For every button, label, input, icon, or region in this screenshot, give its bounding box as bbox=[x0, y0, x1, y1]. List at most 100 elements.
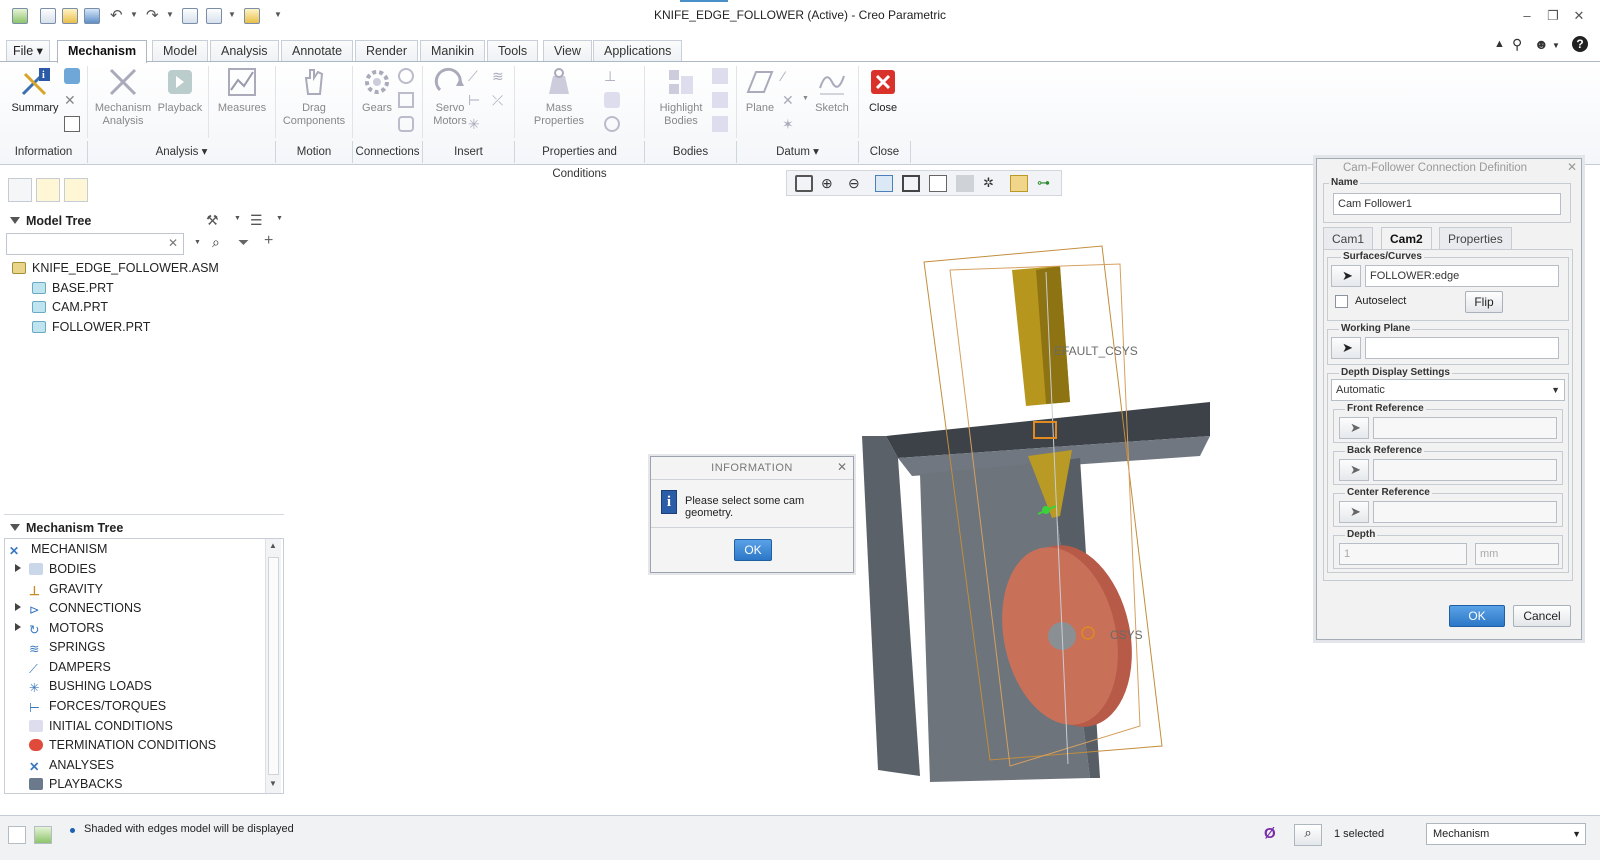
spin-center-icon[interactable] bbox=[1010, 175, 1028, 192]
sketch-button[interactable]: Sketch bbox=[812, 66, 852, 115]
termination-icon[interactable] bbox=[604, 116, 620, 132]
show-icon[interactable]: ☰ bbox=[250, 212, 263, 229]
navigator-toggle-icon[interactable] bbox=[8, 826, 26, 844]
mech-item-analyses[interactable]: ✕ ANALYSES bbox=[29, 756, 114, 775]
info-ok-button[interactable]: OK bbox=[734, 539, 772, 561]
group-datum[interactable]: Datum ▾ bbox=[737, 141, 859, 163]
scroll-down-icon[interactable]: ▼ bbox=[269, 779, 277, 788]
search-icon[interactable]: ⚲ bbox=[1512, 36, 1522, 53]
display-style-icon[interactable] bbox=[902, 175, 920, 192]
collapse-icon[interactable] bbox=[10, 217, 20, 224]
mech-item-playbacks[interactable]: PLAYBACKS bbox=[29, 775, 122, 794]
group-connections[interactable]: Connections bbox=[353, 141, 423, 163]
mech-item-forces[interactable]: ⊢ FORCES/TORQUES bbox=[29, 697, 166, 716]
maximize-icon[interactable]: ❐ bbox=[1544, 8, 1562, 24]
tab-cam1[interactable]: Cam1 bbox=[1323, 227, 1374, 249]
initial-conditions-icon[interactable] bbox=[604, 92, 620, 108]
settings-dropdown-icon[interactable]: ▼ bbox=[234, 215, 241, 222]
annotation-display-icon[interactable]: ⊶ bbox=[1037, 175, 1055, 192]
mechanism-tree-header[interactable]: Mechanism Tree bbox=[4, 518, 288, 538]
mechanism-analysis-button[interactable]: Mechanism Analysis bbox=[92, 66, 154, 128]
cross-icon[interactable]: ✕ bbox=[64, 92, 80, 108]
view-manager-icon[interactable] bbox=[956, 175, 974, 192]
tab-mechanism[interactable]: Mechanism bbox=[57, 40, 148, 63]
table-icon[interactable] bbox=[64, 116, 80, 132]
collapse-ribbon-icon[interactable]: ▲ bbox=[1494, 38, 1505, 50]
damper-icon[interactable]: ⊢ bbox=[468, 92, 484, 108]
point-dropdown-icon[interactable]: ▼ bbox=[802, 95, 809, 102]
datum-display-icon[interactable]: ✲ bbox=[983, 175, 1001, 192]
group-properties[interactable]: Properties and Conditions bbox=[515, 141, 645, 180]
selection-filter-select[interactable]: Mechanism ▼ bbox=[1426, 823, 1586, 845]
folder-browser-tab-icon[interactable] bbox=[36, 178, 60, 202]
tab-annotate[interactable]: Annotate bbox=[281, 40, 354, 62]
back-reference-field[interactable] bbox=[1373, 459, 1557, 481]
minimize-icon[interactable]: – bbox=[1518, 8, 1536, 23]
user-icon[interactable]: ☻ bbox=[1534, 36, 1549, 52]
gravity-icon[interactable]: ⊥ bbox=[604, 68, 620, 84]
body-definition-icon[interactable] bbox=[712, 92, 728, 108]
tab-manikin[interactable]: Manikin bbox=[420, 40, 486, 62]
show-dropdown-icon[interactable]: ▼ bbox=[276, 215, 283, 222]
mech-item-termination[interactable]: TERMINATION CONDITIONS bbox=[29, 736, 216, 755]
group-bodies[interactable]: Bodies bbox=[645, 141, 737, 163]
mech-item-bushing-loads[interactable]: ✳ BUSHING LOADS bbox=[29, 677, 152, 696]
browser-toggle-icon[interactable] bbox=[34, 826, 52, 844]
mechanism-root[interactable]: ✕ MECHANISM bbox=[9, 540, 107, 559]
find-icon[interactable]: ⌕ bbox=[1294, 824, 1322, 846]
saved-orientations-icon[interactable] bbox=[929, 175, 947, 192]
force-icon[interactable]: ⟋ bbox=[468, 68, 484, 84]
working-plane-field[interactable] bbox=[1365, 337, 1559, 359]
mech-item-connections[interactable]: ⊳ CONNECTIONS bbox=[29, 599, 141, 618]
group-analysis[interactable]: Analysis ▾ bbox=[88, 141, 276, 163]
mass-properties-button[interactable]: Mass Properties bbox=[530, 66, 588, 128]
group-information[interactable]: Information bbox=[0, 141, 88, 163]
measures-button[interactable]: Measures bbox=[214, 66, 270, 115]
cancel-button[interactable]: Cancel bbox=[1513, 605, 1571, 627]
name-field[interactable]: Cam Follower1 bbox=[1333, 193, 1561, 215]
close-dialog-icon[interactable]: ✕ bbox=[1567, 160, 1577, 174]
cam-icon[interactable] bbox=[398, 68, 414, 84]
expand-icon[interactable] bbox=[15, 564, 21, 572]
tree-search-input[interactable]: ✕ bbox=[6, 233, 184, 255]
model-tree-tab-icon[interactable] bbox=[8, 178, 32, 202]
flip-button[interactable]: Flip bbox=[1465, 291, 1503, 313]
mech-item-springs[interactable]: ≋ SPRINGS bbox=[29, 638, 105, 657]
tab-cam2[interactable]: Cam2 bbox=[1381, 227, 1432, 250]
depth-unit-field[interactable]: mm bbox=[1475, 543, 1559, 565]
find-icon[interactable]: ⌕ bbox=[212, 234, 220, 251]
surfaces-field[interactable]: FOLLOWER:edge bbox=[1365, 265, 1559, 287]
favorites-tab-icon[interactable] bbox=[64, 178, 88, 202]
highlight-bodies-button[interactable]: Highlight Bodies bbox=[652, 66, 710, 128]
mech-item-dampers[interactable]: ⟋ DAMPERS bbox=[29, 658, 111, 677]
expand-icon[interactable] bbox=[15, 623, 21, 631]
tab-view[interactable]: View bbox=[543, 40, 592, 62]
repaint-icon[interactable] bbox=[875, 175, 893, 192]
tree-item-cam[interactable]: CAM.PRT bbox=[32, 298, 108, 317]
tab-model[interactable]: Model bbox=[152, 40, 209, 62]
torque-icon[interactable]: ⤫ bbox=[492, 92, 508, 108]
autoselect-checkbox[interactable] bbox=[1335, 295, 1348, 308]
axis-icon[interactable]: ⁄ bbox=[782, 68, 798, 84]
zoom-in-icon[interactable]: ⊕ bbox=[821, 175, 839, 192]
add-icon[interactable]: + bbox=[264, 232, 273, 250]
mech-item-initial-conditions[interactable]: INITIAL CONDITIONS bbox=[29, 717, 173, 736]
surfaces-select-button[interactable]: ➤ bbox=[1331, 265, 1361, 287]
expand-icon[interactable] bbox=[15, 603, 21, 611]
body-icon[interactable] bbox=[712, 68, 728, 84]
mech-item-motors[interactable]: ↻ MOTORS bbox=[29, 619, 104, 638]
reassign-body-icon[interactable] bbox=[712, 116, 728, 132]
collapse-icon[interactable] bbox=[10, 524, 20, 531]
group-close[interactable]: Close bbox=[859, 141, 911, 163]
tree-scrollbar[interactable]: ▲ ▼ bbox=[265, 539, 281, 793]
clear-search-icon[interactable]: ✕ bbox=[168, 236, 178, 250]
spring-icon[interactable]: ≋ bbox=[492, 68, 508, 84]
scroll-up-icon[interactable]: ▲ bbox=[269, 541, 277, 550]
settings-icon[interactable]: ⚒ bbox=[206, 212, 219, 229]
gears-button[interactable]: Gears bbox=[354, 66, 400, 115]
working-plane-select-button[interactable]: ➤ bbox=[1331, 337, 1361, 359]
splitter[interactable] bbox=[4, 514, 284, 515]
regeneration-status-icon[interactable]: Ø bbox=[1264, 825, 1282, 845]
tree-root-asm[interactable]: KNIFE_EDGE_FOLLOWER.ASM bbox=[12, 259, 219, 278]
ok-button[interactable]: OK bbox=[1449, 605, 1505, 627]
